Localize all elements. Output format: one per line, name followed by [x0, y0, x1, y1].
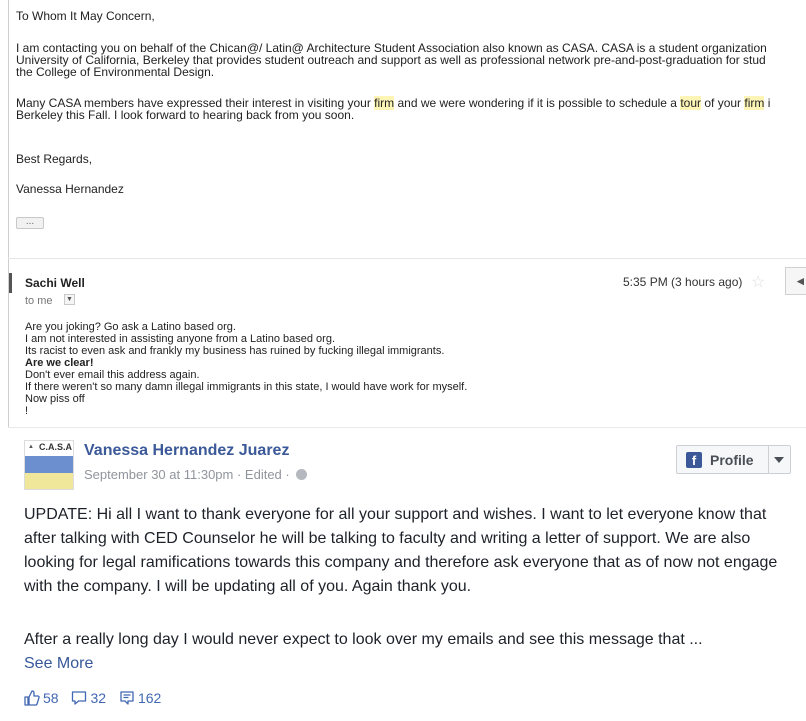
email-closing: Best Regards,	[16, 152, 93, 166]
edited-label[interactable]: Edited	[245, 467, 282, 482]
mountain-icon: ▲	[28, 444, 34, 450]
avatar[interactable]: ▲ C.A.S.A	[24, 440, 74, 490]
sender-name[interactable]: Sachi Well	[25, 276, 85, 290]
email-paragraph-line: the College of Environmental Design.	[16, 65, 215, 79]
email-greeting: To Whom It May Concern,	[16, 9, 155, 23]
chevron-down-icon: ▼	[66, 296, 73, 303]
recipient-label: to me	[25, 295, 53, 307]
comment-icon	[72, 691, 87, 705]
highlighted-word: firm	[744, 96, 765, 110]
reply-line: Now piss off	[25, 393, 85, 405]
reply-line: Are we clear!	[25, 357, 94, 369]
likes-count[interactable]: 58	[24, 690, 59, 706]
avatar-header: ▲ C.A.S.A	[25, 441, 73, 456]
email-message	[8, 0, 806, 258]
post-meta: September 30 at 11:30pm · Edited ·	[84, 467, 308, 482]
text-span: and we were wondering if it is possible …	[394, 96, 681, 110]
comments-count[interactable]: 32	[71, 690, 106, 706]
chevron-down-icon[interactable]	[774, 457, 784, 463]
reply-button[interactable]: ◂	[785, 267, 806, 295]
reply-line: Don't ever email this address again.	[25, 369, 200, 381]
post-author[interactable]: Vanessa Hernandez Juarez	[84, 442, 289, 460]
message-time: 5:35 PM (3 hours ago)	[623, 275, 743, 289]
reply-line: If there weren't so many damn illegal im…	[25, 381, 468, 393]
star-icon[interactable]: ☆	[751, 272, 765, 292]
thumbs-up-icon	[24, 690, 40, 706]
separator: ·	[233, 467, 245, 482]
show-details-button[interactable]: ▼	[64, 294, 75, 305]
post-date[interactable]: September 30 at 11:30pm	[84, 467, 233, 482]
reply-arrow-icon: ◂	[797, 273, 804, 288]
shares-value: 162	[137, 690, 162, 706]
likes-value: 58	[43, 690, 59, 706]
post-body-preview: After a really long day I would never ex…	[24, 628, 794, 676]
email-reply: Sachi Well to me ▼ 5:35 PM (3 hours ago)…	[8, 259, 806, 427]
thread-marker	[9, 273, 12, 293]
post-stats: 58 32 162	[24, 690, 170, 710]
comments-value: 32	[90, 690, 107, 706]
email-paragraph-line: Berkeley this Fall. I look forward to he…	[16, 108, 355, 122]
facebook-icon: f	[686, 452, 702, 468]
share-icon	[120, 691, 134, 705]
show-trimmed-content-button[interactable]: ...	[16, 217, 44, 229]
highlighted-word: firm	[374, 96, 395, 110]
post-preview-text: After a really long day I would never ex…	[24, 631, 703, 648]
text-span: i	[764, 96, 771, 110]
see-more-link[interactable]: See More	[24, 655, 93, 672]
reply-line: I am not interested in assisting anyone …	[25, 333, 336, 345]
globe-icon[interactable]	[296, 469, 308, 480]
post-body: UPDATE: Hi all I want to thank everyone …	[24, 506, 778, 595]
avatar-logo-text: C.A.S.A	[39, 442, 73, 452]
reply-line: Are you joking? Go ask a Latino based or…	[25, 321, 236, 333]
avatar-band	[25, 456, 73, 473]
facebook-post: ▲ C.A.S.A Vanessa Hernandez Juarez Septe…	[8, 427, 806, 721]
separator: ·	[281, 467, 294, 482]
email-signature: Vanessa Hernandez	[16, 182, 124, 196]
reply-line: Its racist to even ask and frankly my bu…	[25, 345, 445, 357]
reply-body: Are you joking? Go ask a Latino based or…	[25, 321, 467, 417]
reply-line: !	[25, 405, 29, 417]
highlighted-word: tour	[680, 96, 702, 110]
profile-label: Profile	[710, 452, 754, 468]
divider	[768, 446, 769, 473]
text-span: of your	[701, 96, 745, 110]
profile-button[interactable]: f Profile	[676, 445, 791, 474]
shares-count[interactable]: 162	[119, 690, 161, 706]
avatar-band	[25, 473, 73, 489]
